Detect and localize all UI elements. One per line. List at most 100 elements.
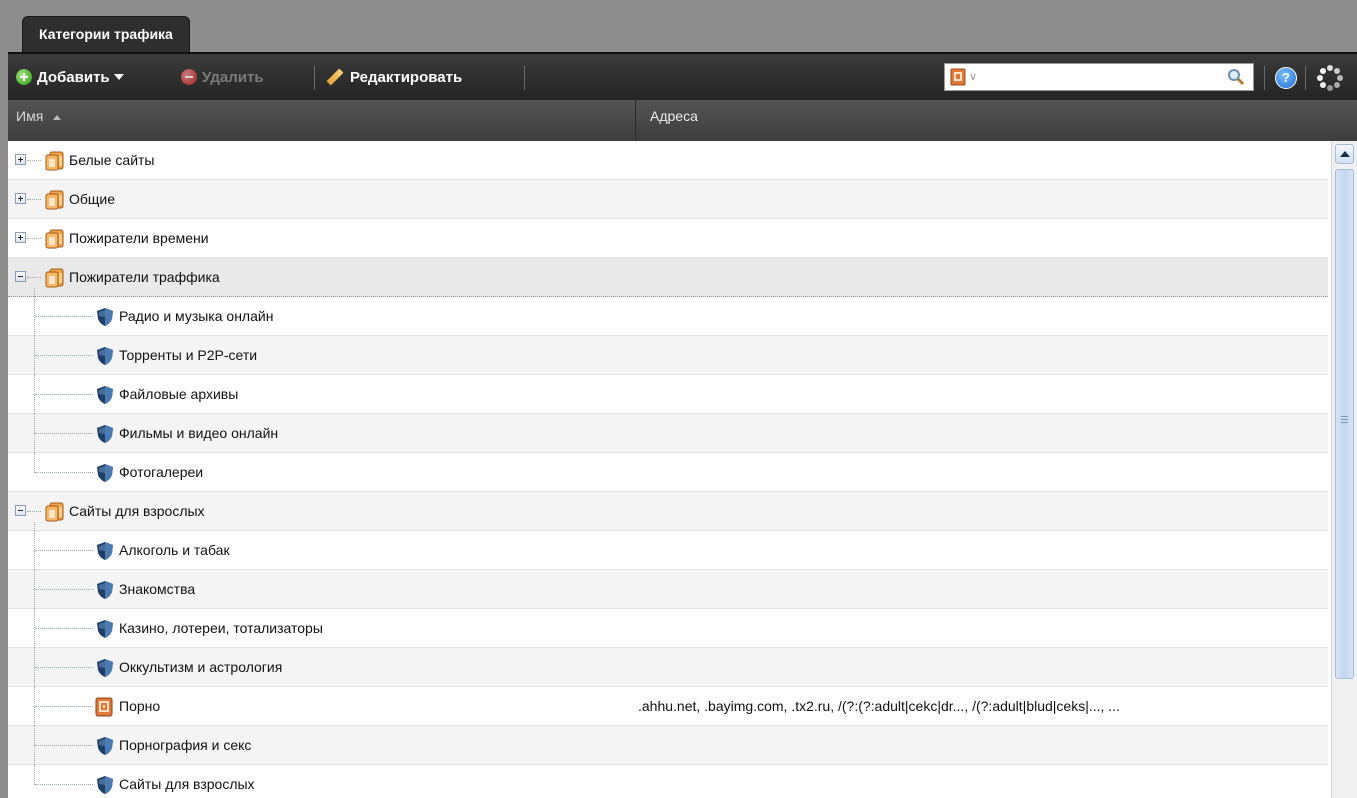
- expand-toggle-icon[interactable]: [15, 232, 26, 243]
- tree-connector: [35, 472, 93, 473]
- folder-icon: [45, 268, 64, 288]
- delete-button-label: Удалить: [202, 68, 264, 86]
- column-header-name[interactable]: Имя: [8, 100, 636, 141]
- edit-button[interactable]: Редактировать: [326, 66, 462, 88]
- tree-leaf-row[interactable]: Порно .ahhu.net, .bayimg.com, .tx2.ru, /(…: [8, 687, 1328, 726]
- chevron-down-icon[interactable]: ∨: [969, 70, 977, 83]
- tree-item-label: Порнография и секс: [119, 737, 252, 753]
- traffic-categories-panel: Категории трафика Добавить Удалить Редак…: [8, 8, 1357, 798]
- shield-icon: [97, 464, 113, 482]
- tree-item-label: Белые сайты: [69, 152, 155, 168]
- tree-item-label: Общие: [69, 191, 116, 207]
- tree-leaf-row[interactable]: Фотогалереи: [8, 453, 1328, 492]
- tree-connector: [35, 589, 93, 590]
- tree-leaf-row[interactable]: Торренты и P2P-сети: [8, 336, 1328, 375]
- tree-leaf-row[interactable]: Оккультизм и астрология: [8, 648, 1328, 687]
- tree-leaf-row[interactable]: Фильмы и видео онлайн: [8, 414, 1328, 453]
- shield-icon: [97, 347, 113, 365]
- folder-icon: [45, 502, 64, 522]
- tree-item-label: Сайты для взрослых: [69, 503, 205, 519]
- tree-connector: [35, 550, 93, 551]
- sort-ascending-icon: [53, 114, 62, 120]
- tree-leaf-row[interactable]: Знакомства: [8, 570, 1328, 609]
- folder-icon: [45, 229, 64, 249]
- search-icon[interactable]: [1227, 68, 1245, 86]
- dropdown-caret-icon: [113, 74, 124, 80]
- tree-connector: [35, 628, 93, 629]
- edit-button-label: Редактировать: [350, 68, 463, 86]
- toolbar-separator: [314, 66, 315, 90]
- tree-item-label: Пожиратели траффика: [69, 269, 220, 285]
- search-box: ∨: [944, 63, 1254, 91]
- tree-item-label: Файловые архивы: [119, 386, 239, 402]
- expand-toggle-icon[interactable]: [15, 154, 26, 165]
- tab-traffic-categories[interactable]: Категории трафика: [22, 16, 190, 52]
- tab-strip: Категории трафика: [8, 8, 1357, 52]
- tree-connector: [34, 453, 35, 473]
- tree-folder-row[interactable]: Белые сайты: [8, 141, 1328, 180]
- tree-item-label: Пожиратели времени: [69, 230, 209, 246]
- folder-icon: [45, 151, 64, 171]
- search-input[interactable]: [985, 66, 1209, 90]
- shield-icon: [97, 776, 113, 794]
- add-button[interactable]: Добавить: [16, 66, 124, 88]
- add-button-label: Добавить: [37, 68, 110, 86]
- tree-item-label: Фильмы и видео онлайн: [119, 425, 279, 441]
- toolbar-separator: [1264, 66, 1265, 90]
- collapse-toggle-icon[interactable]: [15, 271, 26, 282]
- tree-item-label: Радио и музыка онлайн: [119, 308, 274, 324]
- column-header-addresses[interactable]: Адреса: [638, 100, 698, 141]
- tree-folder-row[interactable]: Пожиратели времени: [8, 219, 1328, 258]
- tree-connector: [35, 355, 93, 356]
- toolbar: Добавить Удалить Редактировать ∨ ?: [8, 52, 1357, 100]
- addresses-cell: .ahhu.net, .bayimg.com, .tx2.ru, /(?:(?:…: [638, 698, 1120, 714]
- tree-connector: [27, 238, 41, 239]
- folder-icon: [45, 190, 64, 210]
- tree-connector: [27, 199, 41, 200]
- category-book-icon: [95, 697, 113, 717]
- tree-leaf-row[interactable]: Порнография и секс: [8, 726, 1328, 765]
- shield-icon: [97, 581, 113, 599]
- tree-connector: [34, 765, 35, 785]
- tree-folder-row[interactable]: Сайты для взрослых: [8, 492, 1328, 531]
- tree-item-label: Оккультизм и астрология: [119, 659, 283, 675]
- grid-header: Имя Адреса: [8, 100, 1357, 141]
- shield-icon: [97, 737, 113, 755]
- shield-icon: [97, 425, 113, 443]
- shield-icon: [97, 386, 113, 404]
- tree-connector: [35, 433, 93, 434]
- tree-item-label: Порно: [119, 698, 161, 714]
- category-filter-icon[interactable]: [949, 68, 967, 86]
- tree-item-label: Сайты для взрослых: [119, 776, 255, 792]
- tree-leaf-row[interactable]: Казино, лотереи, тотализаторы: [8, 609, 1328, 648]
- tree-folder-row[interactable]: Пожиратели траффика: [8, 258, 1328, 297]
- expand-toggle-icon[interactable]: [15, 193, 26, 204]
- tree-leaf-row[interactable]: Алкоголь и табак: [8, 531, 1328, 570]
- delete-icon: [181, 69, 197, 85]
- tree-connector: [35, 316, 93, 317]
- tree-connector: [35, 667, 93, 668]
- scroll-thumb[interactable]: [1335, 169, 1354, 679]
- shield-icon: [97, 620, 113, 638]
- category-tree: Белые сайты Общие Пожиратели времени Пожира…: [8, 141, 1328, 798]
- vertical-scrollbar[interactable]: [1331, 141, 1357, 798]
- column-header-name-label: Имя: [16, 108, 44, 124]
- delete-button[interactable]: Удалить: [181, 66, 264, 88]
- tree-leaf-row[interactable]: Сайты для взрослых: [8, 765, 1328, 798]
- tree-folder-row[interactable]: Общие: [8, 180, 1328, 219]
- scroll-grip: [1341, 416, 1348, 417]
- tree-item-label: Алкоголь и табак: [119, 542, 230, 558]
- tree-item-label: Знакомства: [119, 581, 196, 597]
- collapse-toggle-icon[interactable]: [15, 505, 26, 516]
- tree-connector: [34, 522, 35, 531]
- tree-leaf-row[interactable]: Файловые архивы: [8, 375, 1328, 414]
- scroll-up-arrow-icon[interactable]: [1335, 144, 1354, 164]
- tree-item-label: Казино, лотереи, тотализаторы: [119, 620, 323, 636]
- tree-connector: [35, 394, 93, 395]
- tree-connector: [35, 745, 93, 746]
- tree-leaf-row[interactable]: Радио и музыка онлайн: [8, 297, 1328, 336]
- shield-icon: [97, 542, 113, 560]
- tree-connector: [27, 511, 41, 512]
- add-icon: [16, 69, 32, 85]
- help-icon[interactable]: ?: [1275, 67, 1297, 89]
